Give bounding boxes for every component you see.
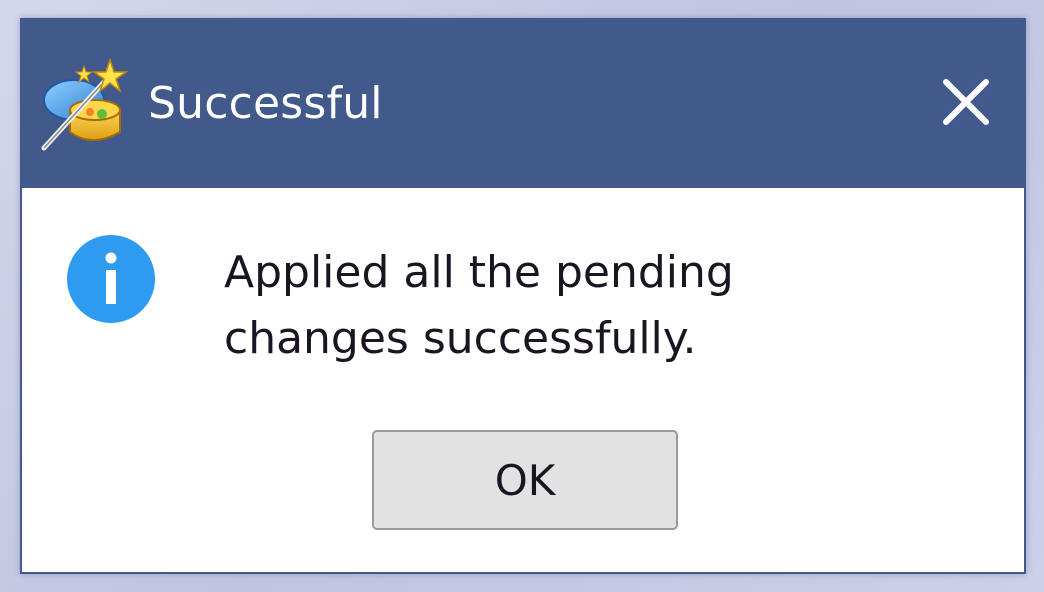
message-line-1: Applied all the pending: [224, 247, 734, 298]
ok-button[interactable]: OK: [372, 430, 678, 530]
app-wand-icon: [41, 57, 129, 151]
dialog-title: Successful: [148, 78, 383, 129]
message-text: Applied all the pending changes successf…: [224, 240, 944, 372]
message-dialog: Successful Applied all the pending chang…: [20, 18, 1026, 574]
close-icon[interactable]: [936, 72, 996, 132]
screen-background: Successful Applied all the pending chang…: [0, 0, 1044, 592]
message-line-2: changes successfully.: [224, 313, 697, 364]
info-icon: [67, 235, 155, 323]
title-bar: Successful: [22, 20, 1024, 188]
